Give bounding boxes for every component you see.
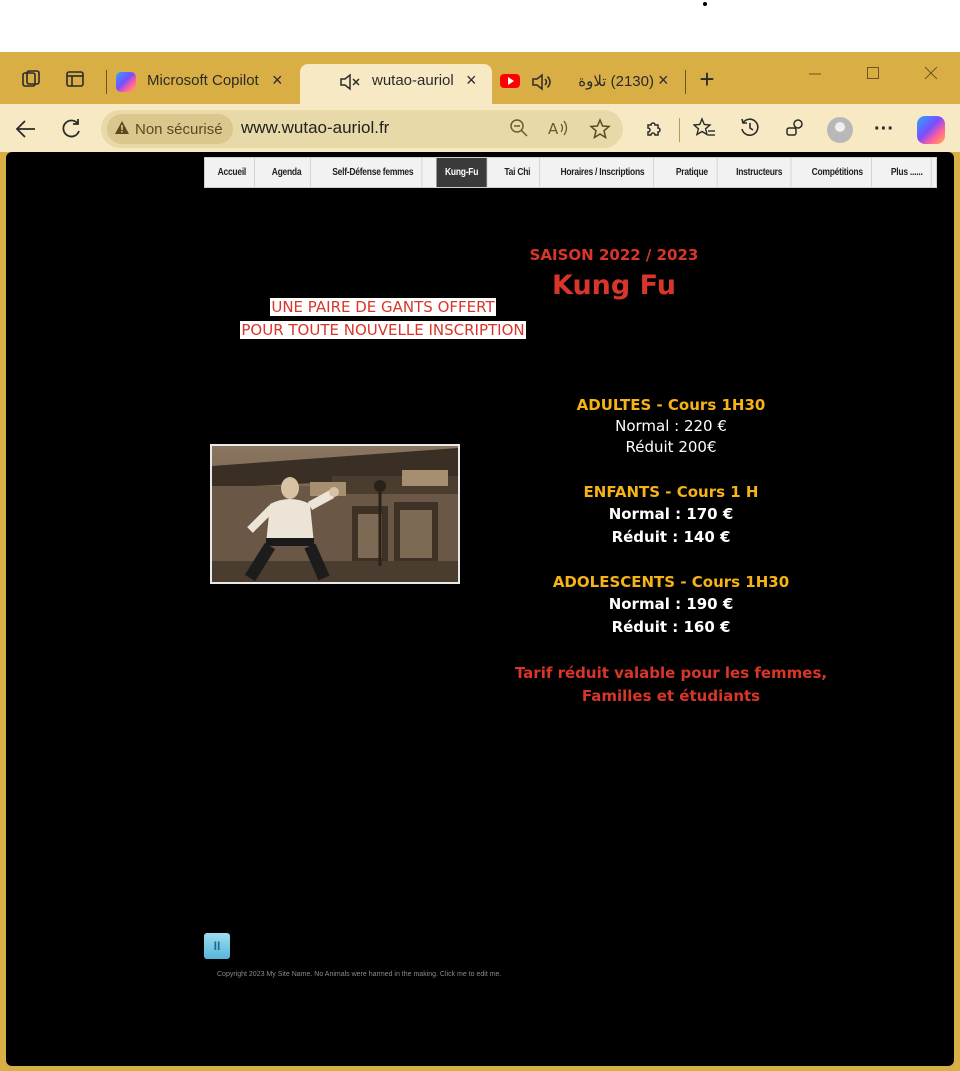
tab-actions-icon[interactable] (64, 68, 86, 90)
tab-label: Microsoft Copilot (147, 72, 259, 89)
nav-item-plus[interactable]: Plus ...... (882, 158, 933, 187)
nav-item-accueil[interactable]: Accueil (209, 158, 256, 187)
reduction-note-line: Familles et étudiants (581, 687, 761, 705)
address-toolbar: Non sécurisé www.wutao-auriol.fr A ··· (0, 104, 960, 152)
teens-normal-price: Normal : 190 € (608, 595, 734, 613)
tab-label: (2130) تلاوة (578, 73, 654, 90)
more-menu-icon[interactable]: ··· (872, 117, 896, 141)
maximize-button[interactable] (858, 66, 888, 88)
tab-bar: Microsoft Copilot × wutao-auriol × (2130… (0, 52, 960, 104)
muted-speaker-icon[interactable] (338, 70, 362, 98)
nav-item-instructeurs[interactable]: Instructeurs (727, 158, 792, 187)
close-tab-icon[interactable]: × (658, 70, 669, 91)
back-arrow-icon[interactable] (13, 116, 39, 142)
web-page: Accueil Agenda Self-Défense femmes Kung-… (6, 152, 954, 1066)
performance-icon[interactable] (783, 117, 807, 141)
children-heading: ENFANTS - Cours 1 H (583, 483, 759, 501)
zoom-icon[interactable] (508, 118, 530, 140)
desktop-top-strip (0, 0, 960, 52)
children-normal-price: Normal : 170 € (608, 505, 734, 523)
tab-microsoft-copilot[interactable]: Microsoft Copilot × (114, 64, 294, 104)
url-text[interactable]: www.wutao-auriol.fr (241, 118, 389, 138)
tab-separator (685, 70, 686, 94)
security-label: Non sécurisé (135, 121, 223, 138)
children-pricing: ENFANTS - Cours 1 H Normal : 170 € Rédui… (526, 482, 816, 549)
nav-item-agenda[interactable]: Agenda (264, 158, 312, 187)
reduction-note: Tarif réduit valable pour les femmes, Fa… (506, 662, 836, 708)
copilot-favicon-icon (116, 72, 136, 92)
warning-icon (115, 114, 129, 144)
security-indicator[interactable]: Non sécurisé (107, 114, 233, 144)
svg-text:A: A (548, 120, 559, 138)
minimize-button[interactable] (800, 66, 830, 88)
teens-pricing: ADOLESCENTS - Cours 1H30 Normal : 190 € … (526, 572, 816, 639)
tab-label: wutao-auriol (372, 72, 454, 89)
nav-item-self-defense[interactable]: Self-Défense femmes (324, 158, 424, 187)
teens-reduced-price: Réduit : 160 € (611, 618, 731, 636)
site-nav-menu: Accueil Agenda Self-Défense femmes Kung-… (204, 157, 938, 188)
pause-button[interactable]: II (204, 933, 230, 959)
toolbar-separator (679, 118, 680, 142)
workspaces-icon[interactable] (20, 68, 42, 90)
profile-avatar[interactable] (827, 117, 853, 143)
reduction-note-line: Tarif réduit valable pour les femmes, (514, 664, 828, 682)
dot (703, 2, 707, 6)
copyright-text[interactable]: Copyright 2023 My Site Name. No Animals … (217, 971, 501, 978)
adults-normal-price: Normal : 220 € (615, 417, 727, 435)
nav-item-pratique[interactable]: Pratique (667, 158, 718, 187)
promo-line: UNE PAIRE DE GANTS OFFERT (270, 298, 496, 316)
close-window-button[interactable] (916, 66, 946, 88)
refresh-icon[interactable] (58, 116, 84, 142)
youtube-favicon-icon (500, 74, 520, 88)
copilot-icon[interactable] (917, 116, 945, 144)
new-tab-button[interactable]: + (696, 66, 718, 92)
nav-item-competitions[interactable]: Compétitions (803, 158, 873, 187)
adults-reduced-price: Réduit 200€ (625, 438, 717, 456)
teens-heading: ADOLESCENTS - Cours 1H30 (552, 573, 790, 591)
nav-item-kung-fu[interactable]: Kung-Fu (436, 158, 488, 187)
tab-separator (106, 70, 107, 94)
promo-line: POUR TOUTE NOUVELLE INSCRIPTION (240, 321, 526, 339)
extensions-icon[interactable] (642, 117, 666, 141)
read-aloud-icon[interactable]: A (547, 118, 569, 140)
favorites-icon[interactable] (692, 117, 717, 141)
season-heading: SAISON 2022 / 2023 (529, 246, 699, 264)
children-reduced-price: Réduit : 140 € (611, 528, 731, 546)
address-bar[interactable]: Non sécurisé www.wutao-auriol.fr A (101, 110, 623, 148)
history-icon[interactable] (738, 117, 762, 141)
page-title: Kung Fu (552, 270, 676, 301)
tab-youtube[interactable]: (2130) تلاوة × (498, 64, 684, 104)
adults-heading: ADULTES - Cours 1H30 (576, 396, 766, 414)
speaker-icon[interactable] (530, 70, 554, 98)
close-tab-icon[interactable]: × (466, 70, 477, 91)
kung-fu-photo (210, 444, 460, 584)
nav-item-tai-chi[interactable]: Tai Chi (496, 158, 540, 187)
favorite-star-icon[interactable] (589, 118, 611, 140)
adults-pricing: ADULTES - Cours 1H30 Normal : 220 € Rédu… (526, 395, 816, 458)
promo-banner: UNE PAIRE DE GANTS OFFERT POUR TOUTE NOU… (236, 296, 530, 342)
browser-window: Microsoft Copilot × wutao-auriol × (2130… (0, 52, 960, 1071)
close-tab-icon[interactable]: × (272, 70, 283, 91)
nav-item-horaires[interactable]: Horaires / Inscriptions (552, 158, 655, 187)
tab-wutao-auriol[interactable]: wutao-auriol × (300, 64, 492, 104)
